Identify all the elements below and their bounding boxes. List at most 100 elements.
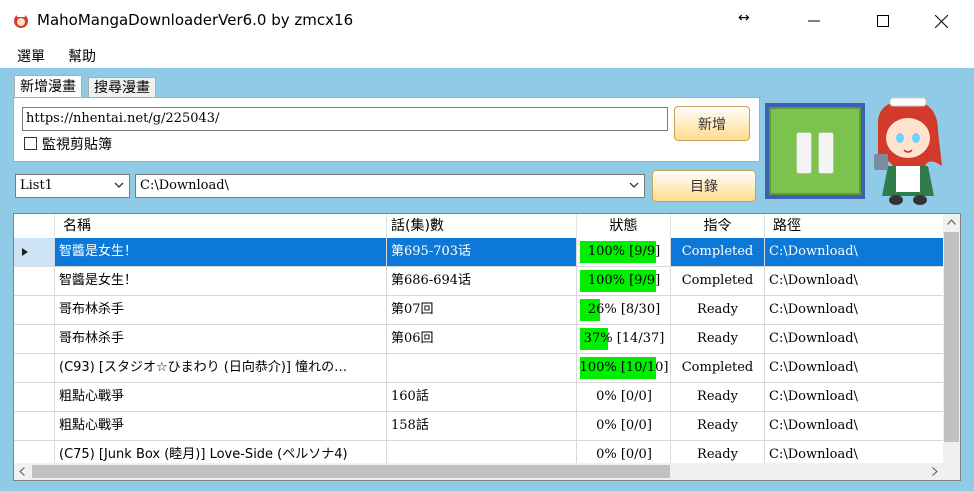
vertical-scrollbar[interactable] bbox=[943, 214, 960, 464]
row-header[interactable] bbox=[14, 354, 55, 382]
horizontal-scrollbar-thumb[interactable] bbox=[32, 465, 670, 478]
row-header[interactable] bbox=[14, 412, 55, 440]
status-cell[interactable]: 26% [8/30] bbox=[577, 296, 671, 324]
close-button[interactable] bbox=[918, 0, 964, 42]
minimize-icon bbox=[808, 20, 820, 22]
menu-bar: 選單 幫助 bbox=[0, 42, 974, 68]
chevron-down-icon bbox=[629, 182, 639, 188]
scroll-right-icon[interactable] bbox=[932, 467, 938, 476]
title-bar: MahoMangaDownloaderVer6.0 by zmcx16 ↔ bbox=[0, 0, 974, 42]
table-row[interactable]: 智醬是女生！ 第695-703话 100% [9/9] Completed C:\Dow… bbox=[14, 238, 944, 267]
name-cell[interactable]: (C93) [スタジオ☆ひまわり (日向恭介)] 憧れの… bbox=[55, 354, 387, 382]
close-icon bbox=[934, 14, 948, 28]
maid-app-icon bbox=[14, 14, 28, 28]
table-row[interactable]: 智醬是女生！ 第686-694话 100% [9/9] Completed C:\Dow… bbox=[14, 267, 944, 296]
table-row[interactable]: 粗點心戰爭 158話 0% [0/0] Ready C:\Download\ bbox=[14, 412, 944, 441]
episode-cell[interactable]: 158話 bbox=[387, 412, 577, 440]
episode-cell[interactable]: 第686-694话 bbox=[387, 267, 577, 295]
path-cell[interactable]: C:\Download\ bbox=[765, 296, 944, 324]
command-cell[interactable]: Ready bbox=[671, 296, 765, 324]
command-cell[interactable]: Completed bbox=[671, 238, 765, 266]
maximize-button[interactable] bbox=[860, 0, 906, 42]
url-input[interactable]: https://nhentai.net/g/225043/ bbox=[22, 107, 668, 131]
episode-cell[interactable]: 第695-703话 bbox=[387, 238, 577, 266]
command-cell[interactable]: Completed bbox=[671, 267, 765, 295]
status-cell[interactable]: 100% [10/10] bbox=[577, 354, 671, 382]
current-row-icon bbox=[22, 248, 28, 256]
row-header[interactable] bbox=[14, 325, 55, 353]
column-header-episode[interactable]: 話(集)數 bbox=[387, 214, 577, 238]
double-arrow-icon: ↔ bbox=[738, 10, 750, 26]
status-cell[interactable]: 100% [9/9] bbox=[577, 238, 671, 266]
list-select[interactable]: List1 bbox=[15, 174, 130, 198]
column-header-status[interactable]: 狀態 bbox=[577, 214, 671, 238]
directory-value: C:\Download\ bbox=[140, 178, 229, 193]
name-cell[interactable]: 智醬是女生！ bbox=[55, 238, 387, 266]
progress-text: 0% [0/0] bbox=[596, 389, 652, 404]
progress-text: 37% [14/37] bbox=[583, 331, 665, 346]
column-header-command[interactable]: 指令 bbox=[671, 214, 765, 238]
scroll-up-icon[interactable] bbox=[947, 219, 956, 225]
progress-text: 100% [9/9] bbox=[587, 273, 661, 288]
row-header[interactable] bbox=[14, 238, 55, 266]
list-select-value: List1 bbox=[20, 178, 53, 193]
column-header-name[interactable]: 名稱 bbox=[55, 214, 387, 238]
maximize-icon bbox=[877, 15, 889, 27]
path-cell[interactable]: C:\Download\ bbox=[765, 238, 944, 266]
maid-mascot-icon bbox=[874, 97, 942, 205]
name-cell[interactable]: 粗點心戰爭 bbox=[55, 412, 387, 440]
name-cell[interactable]: 哥布林杀手 bbox=[55, 296, 387, 324]
command-cell[interactable]: Completed bbox=[671, 354, 765, 382]
directory-button[interactable]: 目錄 bbox=[652, 170, 756, 202]
chevron-down-icon bbox=[114, 182, 124, 188]
row-header[interactable] bbox=[14, 296, 55, 324]
command-cell[interactable]: Ready bbox=[671, 412, 765, 440]
name-cell[interactable]: 粗點心戰爭 bbox=[55, 383, 387, 411]
scrollbar-corner bbox=[943, 463, 960, 480]
row-header[interactable] bbox=[14, 267, 55, 295]
table-row[interactable]: (C93) [スタジオ☆ひまわり (日向恭介)] 憧れの… 100% [10/10… bbox=[14, 354, 944, 383]
status-cell[interactable]: 0% [0/0] bbox=[577, 383, 671, 411]
path-cell[interactable]: C:\Download\ bbox=[765, 383, 944, 411]
episode-cell[interactable]: 第07回 bbox=[387, 296, 577, 324]
episode-cell[interactable]: 160話 bbox=[387, 383, 577, 411]
name-cell[interactable]: 哥布林杀手 bbox=[55, 325, 387, 353]
pause-icon bbox=[769, 107, 861, 195]
episode-cell[interactable] bbox=[387, 354, 577, 382]
monitor-clipboard-checkbox[interactable] bbox=[24, 137, 37, 150]
minimize-button[interactable] bbox=[791, 0, 837, 42]
path-cell[interactable]: C:\Download\ bbox=[765, 354, 944, 382]
window-title: MahoMangaDownloaderVer6.0 by zmcx16 bbox=[37, 11, 354, 29]
download-table: 名稱 話(集)數 狀態 指令 路徑 智醬是女生！ 第695-703话 100% [9… bbox=[13, 213, 961, 481]
name-cell[interactable]: 智醬是女生！ bbox=[55, 267, 387, 295]
tab-add-manga[interactable]: 新增漫畫 bbox=[14, 75, 82, 97]
table-row[interactable]: 粗點心戰爭 160話 0% [0/0] Ready C:\Download\ bbox=[14, 383, 944, 412]
status-cell[interactable]: 100% [9/9] bbox=[577, 267, 671, 295]
command-cell[interactable]: Ready bbox=[671, 383, 765, 411]
menu-item-help[interactable]: 幫助 bbox=[68, 46, 96, 66]
monitor-clipboard-label: 監視剪貼簿 bbox=[42, 137, 112, 153]
table-row[interactable]: 哥布林杀手 第07回 26% [8/30] Ready C:\Download\ bbox=[14, 296, 944, 325]
command-cell[interactable]: Ready bbox=[671, 325, 765, 353]
menu-item-options[interactable]: 選單 bbox=[17, 46, 45, 66]
status-cell[interactable]: 37% [14/37] bbox=[577, 325, 671, 353]
episode-cell[interactable]: 第06回 bbox=[387, 325, 577, 353]
horizontal-scrollbar[interactable] bbox=[14, 463, 944, 480]
progress-text: 100% [9/9] bbox=[587, 244, 661, 259]
tab-search-manga[interactable]: 搜尋漫畫 bbox=[88, 77, 156, 97]
path-cell[interactable]: C:\Download\ bbox=[765, 267, 944, 295]
table-row[interactable]: 哥布林杀手 第06回 37% [14/37] Ready C:\Download\ bbox=[14, 325, 944, 354]
directory-select[interactable]: C:\Download\ bbox=[135, 174, 645, 198]
column-header-path[interactable]: 路徑 bbox=[765, 214, 944, 238]
status-cell[interactable]: 0% [0/0] bbox=[577, 412, 671, 440]
pause-button[interactable] bbox=[765, 103, 865, 199]
progress-text: 0% [0/0] bbox=[596, 418, 652, 433]
path-cell[interactable]: C:\Download\ bbox=[765, 412, 944, 440]
table-header: 名稱 話(集)數 狀態 指令 路徑 bbox=[14, 214, 944, 239]
progress-text: 26% [8/30] bbox=[587, 302, 661, 317]
add-button[interactable]: 新增 bbox=[674, 106, 750, 141]
row-header[interactable] bbox=[14, 383, 55, 411]
path-cell[interactable]: C:\Download\ bbox=[765, 325, 944, 353]
scroll-left-icon[interactable] bbox=[19, 467, 25, 476]
vertical-scrollbar-thumb[interactable] bbox=[944, 232, 959, 442]
